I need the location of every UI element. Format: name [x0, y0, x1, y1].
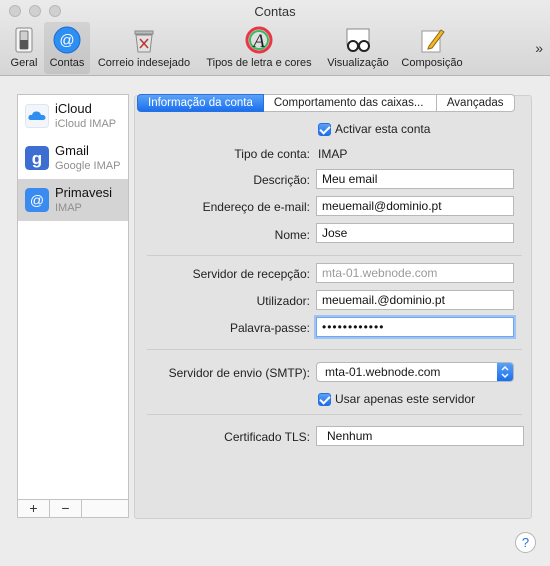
- account-item-icloud[interactable]: iCloud iCloud IMAP: [18, 95, 128, 137]
- smtp-server-value: mta-01.webnode.com: [325, 365, 441, 379]
- toolbar-label: Geral: [10, 57, 38, 69]
- at-sign-icon: @: [53, 26, 81, 54]
- username-label: Utilizador:: [256, 294, 310, 308]
- password-field[interactable]: ••••••••••••: [316, 317, 514, 337]
- account-item-primavesi[interactable]: @ Primavesi IMAP: [18, 179, 128, 221]
- toolbar-label: Correio indesejado: [97, 57, 191, 69]
- font-colors-icon: A: [245, 26, 273, 54]
- add-account-button[interactable]: +: [18, 500, 50, 517]
- section-divider: [147, 255, 522, 256]
- account-name: Gmail: [55, 143, 89, 158]
- svg-text:@: @: [30, 192, 44, 208]
- remove-account-button[interactable]: −: [50, 500, 82, 517]
- help-button[interactable]: ?: [515, 532, 536, 553]
- window-titlebar: Contas Geral @ Contas Correio indesejado: [0, 0, 550, 76]
- accounts-list: iCloud iCloud IMAP g Gmail Google IMAP @…: [17, 94, 129, 500]
- toolbar-label: Tipos de letra e cores: [206, 57, 312, 69]
- chevron-updown-icon: [497, 363, 513, 381]
- section-divider: [147, 349, 522, 350]
- account-type: IMAP: [55, 202, 82, 214]
- toolbar-contas[interactable]: @ Contas: [44, 22, 90, 74]
- toolbar-label: Composição: [401, 57, 463, 69]
- account-name: iCloud: [55, 101, 92, 116]
- description-label: Descrição:: [253, 173, 310, 187]
- at-sign-icon: @: [25, 188, 49, 212]
- enable-account-label: Activar esta conta: [335, 122, 431, 136]
- cloud-icon: [25, 104, 49, 128]
- google-icon: g: [25, 146, 49, 170]
- smtp-server-select[interactable]: mta-01.webnode.com: [316, 362, 514, 382]
- account-type-value: IMAP: [318, 147, 348, 161]
- toolbar-correio-indesejado[interactable]: Correio indesejado: [92, 22, 196, 74]
- tab-avancadas[interactable]: Avançadas: [436, 94, 515, 112]
- account-type: Google IMAP: [55, 160, 121, 172]
- toolbar-label: Contas: [49, 57, 85, 69]
- password-label: Palavra-passe:: [229, 321, 310, 335]
- smtp-server-label: Servidor de envio (SMTP):: [168, 366, 310, 380]
- name-field[interactable]: Jose: [316, 223, 514, 243]
- svg-text:@: @: [59, 32, 74, 49]
- tls-certificate-label: Certificado TLS:: [224, 430, 310, 444]
- toolbar-geral[interactable]: Geral: [5, 22, 43, 74]
- window-title: Contas: [254, 4, 296, 19]
- account-item-gmail[interactable]: g Gmail Google IMAP: [18, 137, 128, 179]
- toolbar-tipos-de-letra[interactable]: A Tipos de letra e cores: [198, 22, 320, 74]
- description-field[interactable]: Meu email: [316, 169, 514, 189]
- enable-account-checkbox[interactable]: [318, 123, 331, 136]
- sidebar-button-bar: + −: [17, 500, 129, 518]
- tab-comportamento-das-caixas[interactable]: Comportamento das caixas...: [263, 94, 437, 112]
- only-this-server-checkbox[interactable]: [318, 393, 331, 406]
- account-type-label: Tipo de conta:: [234, 147, 310, 161]
- glasses-icon: [346, 28, 370, 52]
- toolbar-visualizacao[interactable]: Visualização: [322, 22, 394, 74]
- settings-tabs: Informação da conta Comportamento das ca…: [137, 94, 515, 112]
- section-divider: [147, 414, 522, 415]
- tab-informacao-da-conta[interactable]: Informação da conta: [137, 94, 264, 112]
- account-name: Primavesi: [55, 185, 113, 200]
- incoming-server-label: Servidor de recepção:: [192, 267, 310, 281]
- username-field[interactable]: meuemail.@dominio.pt: [316, 290, 514, 310]
- email-label: Endereço de e-mail:: [202, 200, 310, 214]
- svg-text:A: A: [251, 31, 265, 52]
- incoming-server-field[interactable]: mta-01.webnode.com: [316, 263, 514, 283]
- toolbar-label: Visualização: [327, 57, 389, 69]
- tls-certificate-select[interactable]: Nenhum: [316, 426, 524, 446]
- switch-icon: [15, 27, 33, 53]
- email-field[interactable]: meuemail@dominio.pt: [316, 196, 514, 216]
- svg-text:g: g: [32, 149, 42, 168]
- junk-trash-icon: [134, 30, 154, 53]
- account-type: iCloud IMAP: [55, 118, 117, 130]
- name-label: Nome:: [274, 228, 310, 242]
- compose-pencil-icon: [421, 29, 445, 53]
- toolbar-overflow-chevron-icon[interactable]: »: [535, 40, 543, 56]
- toolbar-composicao[interactable]: Composição: [396, 22, 468, 74]
- only-this-server-label: Usar apenas este servidor: [335, 392, 476, 406]
